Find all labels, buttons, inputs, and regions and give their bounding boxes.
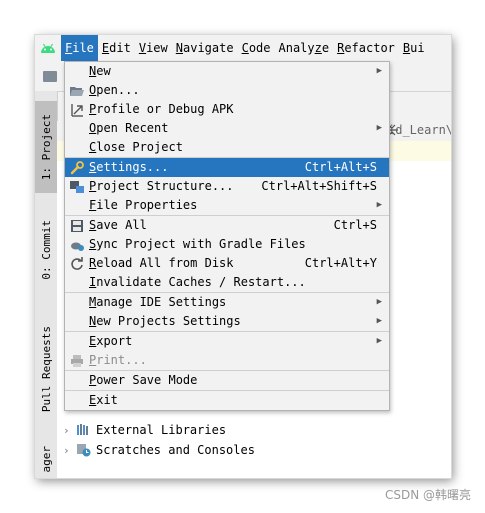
menu-item-label: Open Recent <box>89 121 169 135</box>
menu-item-invalidate-caches-restart[interactable]: Invalidate Caches / Restart... <box>65 273 389 292</box>
manager-tab-label: ager <box>39 445 53 473</box>
menu-item-label: Save All <box>89 218 147 232</box>
menu-item-profile-or-debug-apk[interactable]: Profile or Debug APK <box>65 100 389 119</box>
menu-item-reload-all-from-disk[interactable]: Reload All from Disk Ctrl+Alt+Y <box>65 254 389 273</box>
ide-window: File Edit View Navigate Code Analyze Refactor B… <box>35 35 451 478</box>
menu-item-label: Settings... <box>89 160 169 174</box>
library-icon <box>77 424 91 436</box>
submenu-arrow-icon: ▶ <box>376 200 382 210</box>
submenu-arrow-icon: ▶ <box>376 66 382 76</box>
pull-requests-tab-label: Pull Requests <box>39 325 53 413</box>
submenu-arrow-icon: ▶ <box>376 297 382 307</box>
folder-open-icon <box>69 83 85 99</box>
menu-item-save-all[interactable]: Save All Ctrl+S <box>65 216 389 235</box>
tree-item-scratches-and-consoles[interactable]: › Scratches and Consoles <box>63 440 255 460</box>
menu-item-manage-ide-settings[interactable]: Manage IDE Settings ▶ <box>65 293 389 312</box>
project-structure-icon <box>69 179 85 195</box>
menu-item-open-recent[interactable]: Open Recent ▶ <box>65 119 389 138</box>
submenu-arrow-icon: ▶ <box>376 316 382 326</box>
project-tool-tab[interactable]: 1: Project <box>35 101 57 193</box>
menu-item-shortcut: Ctrl+Alt+S <box>304 160 377 174</box>
menu-view[interactable]: View <box>135 35 172 61</box>
apk-arrow-icon <box>69 102 85 118</box>
menu-item-label: Reload All from Disk <box>89 256 234 270</box>
menu-navigate[interactable]: Navigate <box>172 35 238 61</box>
pull-requests-tool-tab[interactable]: Pull Requests <box>35 313 57 425</box>
menu-item-label: Close Project <box>89 140 183 154</box>
watermark: CSDN @韩曙亮 <box>384 488 471 502</box>
menu-item-settings[interactable]: Settings... Ctrl+Alt+S <box>65 158 389 177</box>
print-icon <box>69 353 85 369</box>
file-menu-dropdown: New ▶ Open... Profile or Debug APK Open Rece… <box>64 61 390 411</box>
menu-item-shortcut: Ctrl+Alt+Y <box>304 256 377 270</box>
menu-edit[interactable]: Edit <box>98 35 135 61</box>
menu-refactor[interactable]: Refactor <box>333 35 399 61</box>
menu-bui[interactable]: Bui <box>399 35 429 61</box>
chevron-right-icon[interactable]: › <box>63 444 77 457</box>
menu-item-file-properties[interactable]: File Properties ▶ <box>65 196 389 215</box>
menu-item-close-project[interactable]: Close Project <box>65 138 389 157</box>
menu-item-label: Exit <box>89 393 118 407</box>
menu-item-project-structure[interactable]: Project Structure... Ctrl+Alt+Shift+S <box>65 177 389 196</box>
android-logo-icon <box>35 35 61 61</box>
tool-window-strip: 1: Project 0: Commit Pull Requests ager <box>35 91 58 478</box>
menu-item-label: New Projects Settings <box>89 314 241 328</box>
chevron-right-icon[interactable]: › <box>63 424 77 437</box>
save-icon <box>69 218 85 234</box>
tree-item-external-libraries[interactable]: › External Libraries <box>63 420 226 440</box>
menu-item-label: Open... <box>89 83 140 97</box>
manager-tool-tab[interactable]: ager <box>35 441 57 477</box>
menu-item-new-projects-settings[interactable]: New Projects Settings ▶ <box>65 312 389 331</box>
submenu-arrow-icon: ▶ <box>376 123 382 133</box>
menu-item-label: Power Save Mode <box>89 373 198 387</box>
folder-icon[interactable] <box>43 71 57 82</box>
menu-item-label: New <box>89 64 111 78</box>
project-tab-label: 1: Project <box>39 113 53 181</box>
menu-item-label: Project Structure... <box>89 179 234 193</box>
menu-bar: File Edit View Navigate Code Analyze Refactor B… <box>35 35 451 61</box>
tree-item-label: Scratches and Consoles <box>96 443 255 457</box>
menu-item-label: Invalidate Caches / Restart... <box>89 275 306 289</box>
menu-item-label: Manage IDE Settings <box>89 295 227 309</box>
menu-item-label: Print... <box>89 353 147 367</box>
menu-item-shortcut: Ctrl+Alt+Shift+S <box>261 179 377 193</box>
tree-item-label: External Libraries <box>96 423 227 437</box>
menu-item-label: Export <box>89 334 133 348</box>
menu-item-print: Print... <box>65 351 389 370</box>
menu-item-sync-project-with-gradle-files[interactable]: Sync Project with Gradle Files <box>65 235 389 254</box>
menu-item-shortcut: Ctrl+S <box>333 218 377 232</box>
menu-item-export[interactable]: Export ▶ <box>65 332 389 351</box>
menu-analyze[interactable]: Analyze <box>275 35 334 61</box>
commit-tab-label: 0: Commit <box>39 220 53 280</box>
menu-item-label: Profile or Debug APK <box>89 102 234 116</box>
reload-icon <box>69 256 85 272</box>
gradle-sync-icon <box>69 237 85 253</box>
path-tail: id_Learn\ <box>388 123 451 137</box>
scratches-icon <box>77 443 91 457</box>
commit-tool-tab[interactable]: 0: Commit <box>35 209 57 291</box>
menu-item-label: Sync Project with Gradle Files <box>89 237 306 251</box>
menu-item-exit[interactable]: Exit <box>65 391 389 410</box>
menu-item-label: File Properties <box>89 198 198 212</box>
wrench-icon <box>69 160 85 176</box>
menu-item-power-save-mode[interactable]: Power Save Mode <box>65 371 389 390</box>
menu-file[interactable]: File <box>61 35 98 61</box>
menu-item-new[interactable]: New ▶ <box>65 62 389 81</box>
menu-item-open[interactable]: Open... <box>65 81 389 100</box>
menu-code[interactable]: Code <box>238 35 275 61</box>
submenu-arrow-icon: ▶ <box>376 336 382 346</box>
